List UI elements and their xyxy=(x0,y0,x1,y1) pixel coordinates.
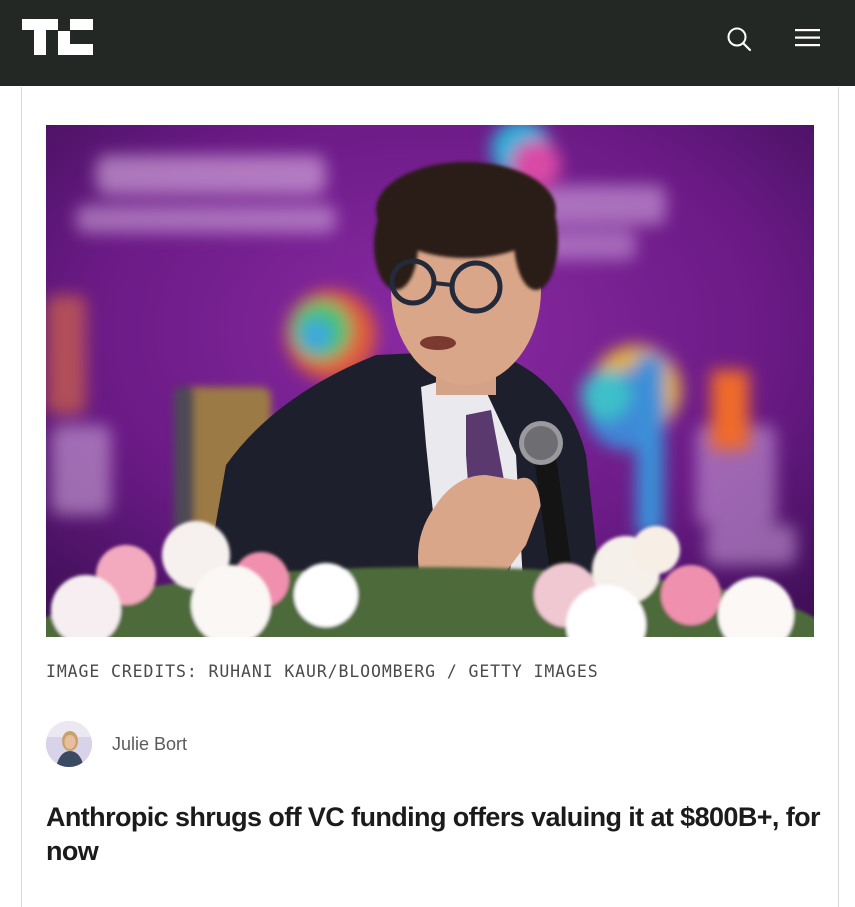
hero-image xyxy=(46,125,814,637)
site-header xyxy=(0,0,855,86)
article-headline: Anthropic shrugs off VC funding offers v… xyxy=(46,802,821,866)
author-avatar[interactable] xyxy=(46,721,92,767)
tc-logo-icon xyxy=(22,19,93,55)
hero-photo xyxy=(46,125,814,637)
author-name[interactable]: Julie Bort xyxy=(112,734,187,755)
author-photo xyxy=(46,721,92,767)
search-button[interactable] xyxy=(722,22,756,56)
image-credits: IMAGE CREDITS: RUHANI KAUR/BLOOMBERG / G… xyxy=(46,662,599,681)
menu-button[interactable] xyxy=(789,22,825,54)
search-icon xyxy=(727,27,752,52)
techcrunch-logo[interactable] xyxy=(22,19,93,55)
author-byline: Julie Bort xyxy=(46,720,187,768)
hamburger-menu-icon xyxy=(795,29,820,47)
